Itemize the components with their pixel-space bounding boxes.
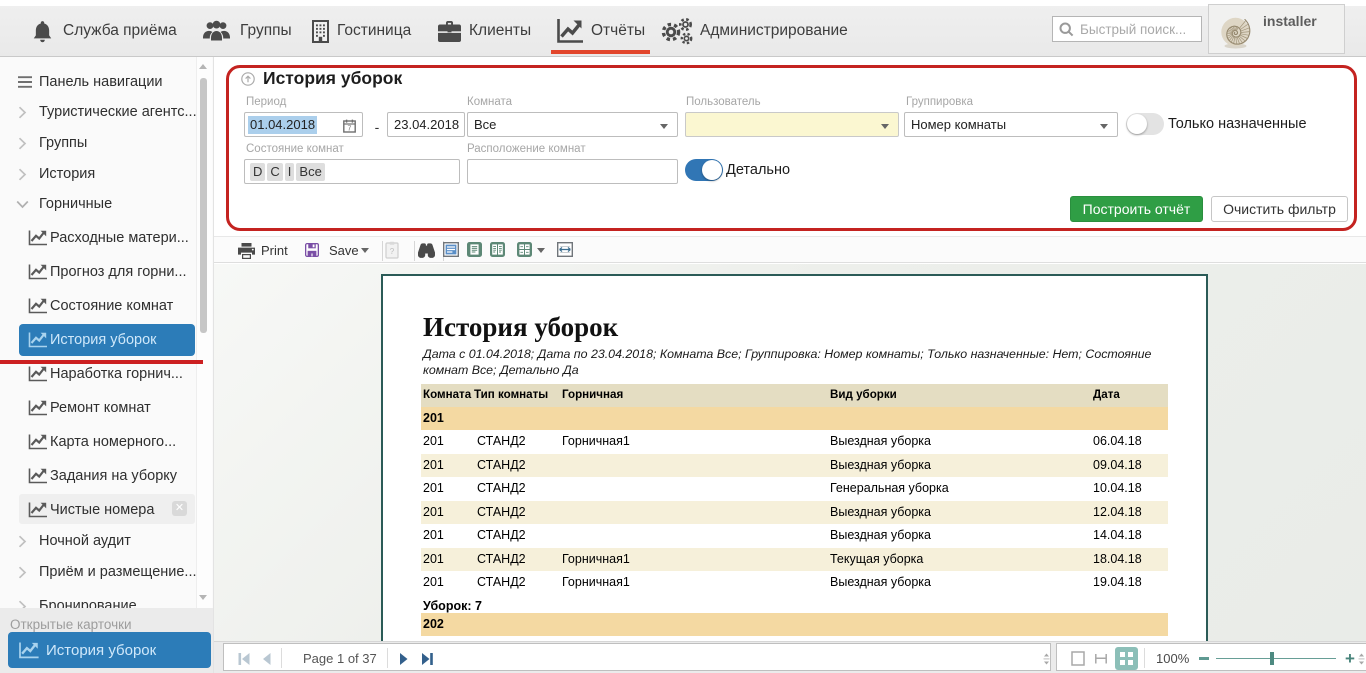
svg-text:7: 7 — [348, 126, 352, 133]
svg-text:?: ? — [390, 247, 395, 256]
